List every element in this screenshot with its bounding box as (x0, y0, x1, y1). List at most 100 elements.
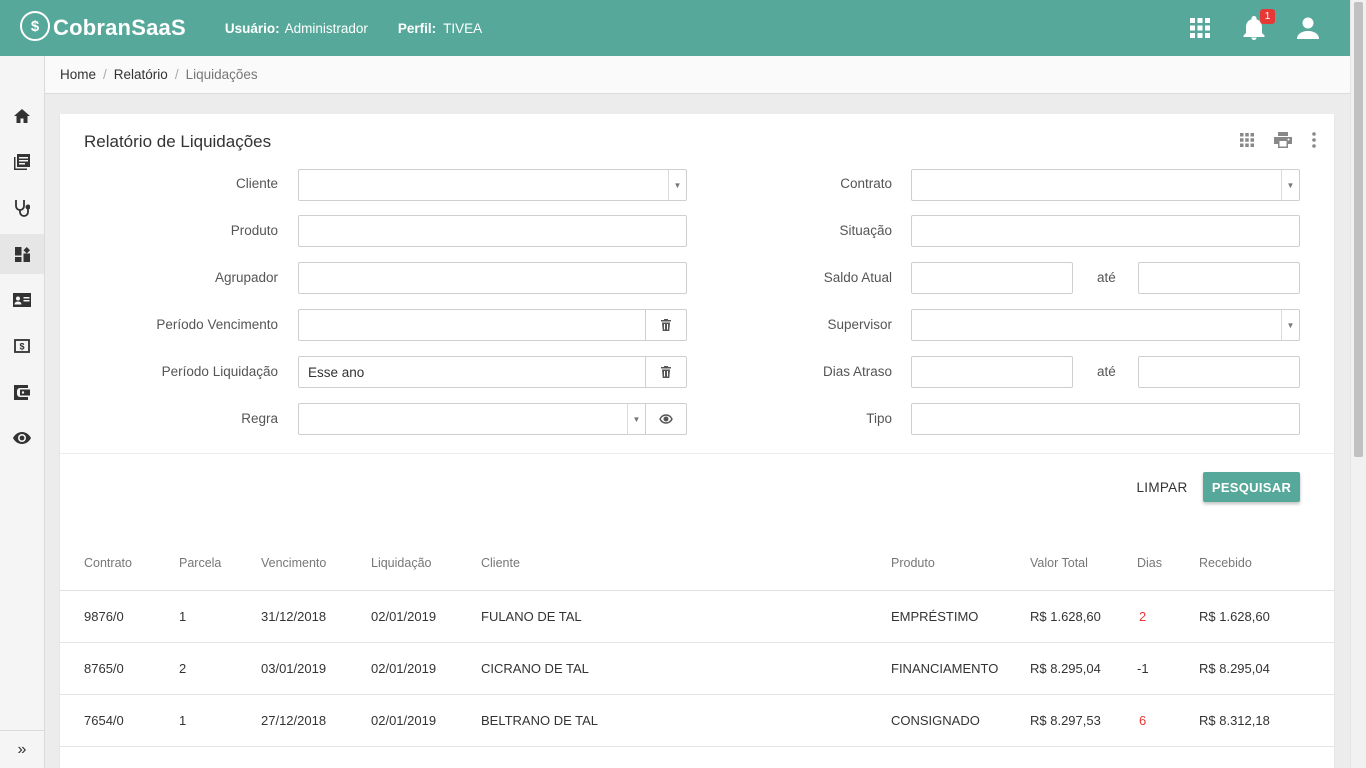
sidebar-expand-button[interactable]: » (0, 730, 44, 768)
dias-atraso-max-input[interactable] (1138, 356, 1300, 388)
user-account-icon[interactable] (1296, 16, 1320, 40)
cell-valor-total: R$ 1.628,60 (1030, 609, 1101, 624)
columns-grid-button[interactable] (1240, 133, 1254, 147)
cell-produto: FINANCIAMENTO (891, 661, 999, 676)
table-header: Contrato Parcela Vencimento Liquidação C… (60, 542, 1334, 591)
column-header-produto[interactable]: Produto (891, 556, 935, 570)
contrato-select[interactable]: ▼ (911, 169, 1300, 201)
saldo-atual-ate-label: até (1097, 270, 1116, 285)
sidebar-item-finance[interactable]: $ (0, 326, 44, 366)
cell-valor-total: R$ 8.297,53 (1030, 713, 1101, 728)
sidebar-item-contacts[interactable] (0, 280, 44, 320)
breadcrumb-separator: / (103, 67, 107, 82)
user-label: Usuário: (224, 20, 280, 36)
card-toolbar (1224, 132, 1316, 148)
regra-select[interactable]: ▼ (298, 403, 646, 435)
double-chevron-right-icon: » (17, 740, 27, 758)
cell-liquidacao: 02/01/2019 (371, 609, 437, 624)
periodo-vencimento-label: Período Vencimento (156, 317, 278, 332)
column-header-cliente[interactable]: Cliente (481, 556, 520, 570)
scrollbar-thumb[interactable] (1354, 2, 1363, 457)
table-row[interactable]: 7654/0 1 27/12/2018 02/01/2019 BELTRANO … (60, 695, 1334, 747)
page-scrollbar[interactable] (1350, 0, 1366, 768)
money-icon: $ (14, 339, 30, 353)
table-row[interactable]: 9876/0 1 31/12/2018 02/01/2019 FULANO DE… (60, 591, 1334, 643)
brand-coin-icon: $ (20, 11, 50, 41)
cell-recebido: R$ 8.295,04 (1199, 661, 1270, 676)
regra-label: Regra (241, 411, 278, 426)
column-header-liquidacao[interactable]: Liquidação (371, 556, 431, 570)
chevron-down-icon: ▼ (1281, 170, 1299, 200)
dias-atraso-min-input[interactable] (911, 356, 1073, 388)
cell-valor-total: R$ 8.295,04 (1030, 661, 1101, 676)
saldo-atual-min-input[interactable] (911, 262, 1073, 294)
sidebar-item-wallet[interactable] (0, 372, 44, 412)
more-options-button[interactable] (1312, 132, 1316, 148)
top-header: $ CobranSaaS Usuário: Administrador Perf… (0, 0, 1350, 56)
cliente-select[interactable]: ▼ (298, 169, 687, 201)
cell-recebido: R$ 8.312,18 (1199, 713, 1270, 728)
supervisor-select[interactable]: ▼ (911, 309, 1300, 341)
cell-parcela: 1 (179, 713, 187, 728)
saldo-atual-max-input[interactable] (1138, 262, 1300, 294)
sidebar-item-monitor[interactable] (0, 418, 44, 458)
brand-name: CobranSaaS (53, 15, 186, 40)
tipo-label: Tipo (866, 411, 892, 426)
dias-atraso-ate-label: até (1097, 364, 1116, 379)
tipo-input[interactable] (911, 403, 1300, 435)
clear-periodo-vencimento-button[interactable] (646, 309, 687, 341)
breadcrumb-home[interactable]: Home (60, 67, 96, 82)
sidebar-item-reports-book[interactable] (0, 142, 44, 182)
chevron-down-icon: ▼ (627, 404, 645, 434)
column-header-vencimento[interactable]: Vencimento (261, 556, 326, 570)
agrupador-input[interactable] (298, 262, 687, 294)
trash-icon (661, 366, 671, 378)
cell-cliente: CICRANO DE TAL (481, 661, 589, 676)
cell-liquidacao: 02/01/2019 (371, 713, 437, 728)
contrato-label: Contrato (840, 176, 892, 191)
periodo-vencimento-input[interactable] (298, 309, 646, 341)
situacao-input[interactable] (911, 215, 1300, 247)
home-icon (14, 109, 30, 123)
sidebar-item-dashboard[interactable] (0, 234, 44, 274)
column-header-valor-total[interactable]: Valor Total (1030, 556, 1088, 570)
clear-periodo-liquidacao-button[interactable] (646, 356, 687, 388)
print-button[interactable] (1274, 132, 1292, 148)
brand-logo[interactable]: $ CobranSaaS (20, 11, 186, 43)
stethoscope-icon (15, 200, 30, 217)
cell-cliente: FULANO DE TAL (481, 609, 582, 624)
page-title: Relatório de Liquidações (84, 132, 272, 151)
agrupador-label: Agrupador (214, 270, 278, 285)
apps-grid-icon[interactable] (1188, 16, 1212, 40)
print-icon (1274, 132, 1292, 148)
sidebar-item-health[interactable] (0, 188, 44, 228)
column-header-dias[interactable]: Dias (1137, 556, 1162, 570)
sidebar: $ » (0, 56, 45, 768)
section-divider (60, 453, 1334, 454)
clear-button[interactable]: LIMPAR (1128, 472, 1196, 502)
periodo-liquidacao-label: Período Liquidação (161, 364, 278, 379)
cell-vencimento: 27/12/2018 (261, 713, 327, 728)
column-header-parcela[interactable]: Parcela (179, 556, 221, 570)
user-info: Usuário: Administrador (225, 21, 368, 36)
notifications-bell-icon[interactable]: 1 (1242, 9, 1275, 40)
produto-input[interactable] (298, 215, 687, 247)
supervisor-label: Supervisor (827, 317, 892, 332)
view-regra-button[interactable] (646, 403, 687, 435)
cell-dias: -1 (1137, 661, 1149, 676)
report-card: Relatório de Liquidações Cliente ▼ Produ… (60, 114, 1334, 768)
more-vertical-icon (1312, 132, 1316, 148)
cell-dias: 6 (1139, 713, 1147, 728)
column-header-contrato[interactable]: Contrato (84, 556, 132, 570)
breadcrumb-relatorio[interactable]: Relatório (114, 67, 168, 82)
table-row[interactable]: 8765/0 2 03/01/2019 02/01/2019 CICRANO D… (60, 643, 1334, 695)
cell-contrato: 8765/0 (84, 661, 124, 676)
column-header-recebido[interactable]: Recebido (1199, 556, 1252, 570)
dias-atraso-label: Dias Atraso (822, 364, 892, 379)
periodo-liquidacao-input[interactable]: Esse ano (298, 356, 646, 388)
breadcrumb-current: Liquidações (185, 67, 258, 82)
cell-vencimento: 31/12/2018 (261, 609, 327, 624)
search-button[interactable]: PESQUISAR (1203, 472, 1300, 502)
sidebar-item-home[interactable] (0, 96, 44, 136)
profile-label: Perfil: (397, 20, 437, 36)
